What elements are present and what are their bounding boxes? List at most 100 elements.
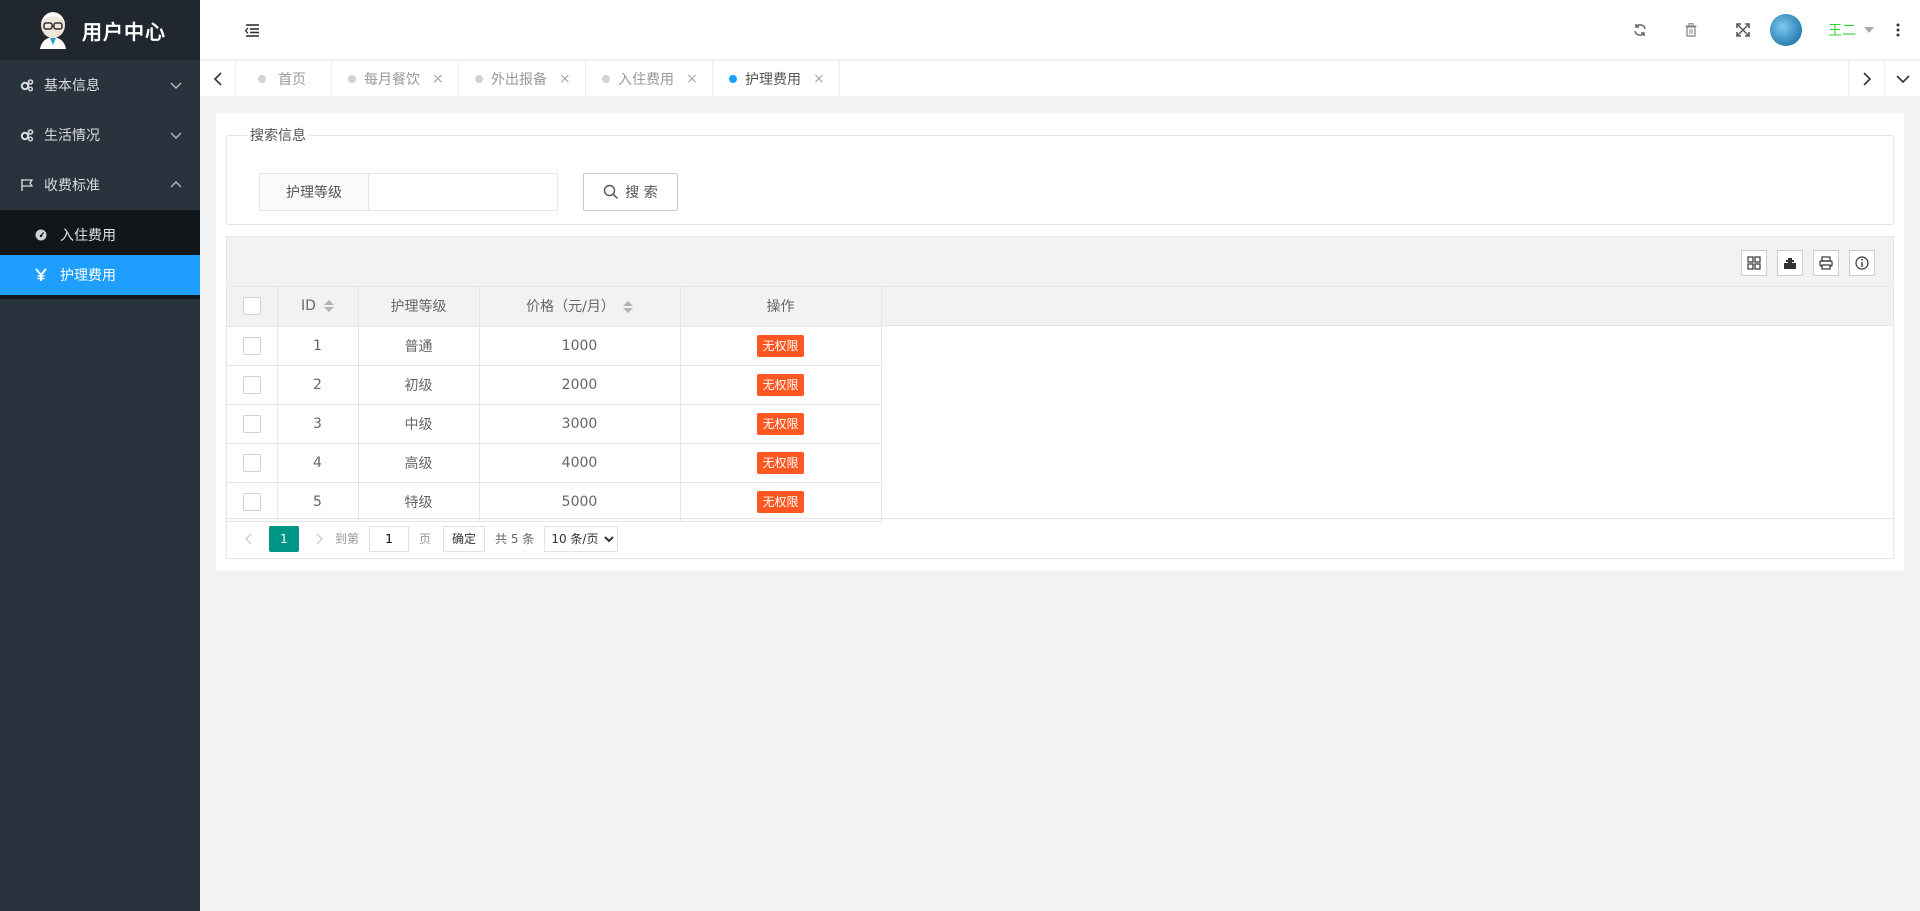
tab-label: 入住费用 [618,72,674,88]
tab-monthly-meals[interactable]: 每月餐饮 × [332,61,459,97]
search-fieldset: 搜索信息 护理等级 搜 索 [226,125,1894,225]
goto-label: 到第 [335,532,360,546]
tab-dot [729,75,737,83]
flag-icon [20,178,34,192]
cell-level: 普通 [358,326,480,366]
dashboard-icon [34,228,48,242]
sidebar-item-living[interactable]: 生活情况 [0,110,200,160]
sidebar-subitem-label: 入住费用 [60,228,116,244]
sort-icon[interactable] [622,300,633,314]
tab-dot [475,75,483,83]
cell-level: 高级 [358,443,480,483]
tab-nursing-fee[interactable]: 护理费用 × [713,61,840,97]
sidebar: 用户中心 基本信息 生活情况 收费标准 入住费用 护理费用 [0,0,200,911]
caret-down-icon[interactable] [1864,27,1874,33]
user-name[interactable]: 王二 [1828,20,1856,40]
close-icon[interactable]: × [686,71,698,87]
column-header-price[interactable]: 价格（元/月） [479,287,681,327]
no-permission-badge: 无权限 [757,490,804,513]
info-icon[interactable] [1849,250,1875,276]
page-unit-label: 页 [419,532,432,546]
next-page-icon[interactable] [309,529,329,549]
search-legend: 搜索信息 [250,128,306,144]
cell-level: 特级 [358,482,480,522]
tab-label: 护理费用 [745,72,801,88]
table-row: 4 高级 4000 无权限 [227,443,882,483]
gears-icon [20,128,34,142]
search-button[interactable]: 搜 索 [583,173,678,211]
table-row: 3 中级 3000 无权限 [227,404,882,444]
close-icon[interactable]: × [432,71,444,87]
cell-id: 5 [277,482,359,522]
goto-confirm-button[interactable]: 确定 [443,525,486,552]
row-checkbox[interactable] [242,375,261,394]
sidebar-item-label: 基本信息 [44,78,100,94]
goto-page-input[interactable] [369,525,410,552]
close-icon[interactable]: × [559,71,571,87]
gears-icon [20,78,34,92]
select-all-checkbox[interactable] [242,297,261,316]
main-panel: 搜索信息 护理等级 搜 索 ID 护理等级 价格（元/月） 操作 1 普通 10… [216,113,1904,571]
nursing-level-input[interactable] [368,173,558,211]
table-wrap: ID 护理等级 价格（元/月） 操作 1 普通 1000 无权限 2 初级 20… [227,287,882,522]
nursing-level-label: 护理等级 [259,173,369,211]
cell-price: 5000 [479,482,681,522]
tab-dot [348,75,356,83]
sidebar-item-label: 收费标准 [44,178,100,194]
sidebar-subitem-nursing-fee[interactable]: 护理费用 [0,255,200,295]
tab-checkin-fee[interactable]: 入住费用 × [586,61,713,97]
row-checkbox[interactable] [242,336,261,355]
close-icon[interactable]: × [813,71,825,87]
tab-outing-report[interactable]: 外出报备 × [459,61,586,97]
more-icon[interactable] [1886,18,1910,42]
export-icon[interactable] [1777,250,1803,276]
table-row: 1 普通 1000 无权限 [227,326,882,366]
table-row: 5 特级 5000 无权限 [227,482,882,522]
total-count: 共 5 条 [495,532,535,546]
sidebar-subitem-label: 护理费用 [60,268,116,284]
row-checkbox[interactable] [242,453,261,472]
cell-price: 2000 [479,365,681,405]
cell-id: 1 [277,326,359,366]
trash-icon[interactable] [1679,18,1703,42]
cell-level: 初级 [358,365,480,405]
column-header-action: 操作 [680,287,882,327]
tabs: 首页 每月餐饮 × 外出报备 × 入住费用 × 护理费用 × [236,61,840,97]
cell-id: 2 [277,365,359,405]
table-toolbar [227,237,1893,287]
pagination: 1 到第 页 确定 共 5 条 10 条/页 [227,518,1893,558]
sort-icon[interactable] [323,299,334,313]
tab-label: 每月餐饮 [364,72,420,88]
refresh-icon[interactable] [1628,18,1652,42]
row-checkbox[interactable] [242,492,261,511]
avatar[interactable] [1770,14,1802,46]
tab-home[interactable]: 首页 [236,61,332,97]
row-checkbox[interactable] [242,414,261,433]
cell-id: 3 [277,404,359,444]
table-header-row: ID 护理等级 价格（元/月） 操作 [227,287,882,327]
print-icon[interactable] [1813,250,1839,276]
no-permission-badge: 无权限 [757,373,804,396]
columns-filter-icon[interactable] [1741,250,1767,276]
sidebar-subitem-checkin-fee[interactable]: 入住费用 [0,215,200,255]
cell-price: 4000 [479,443,681,483]
select-all-cell [227,287,278,327]
sidebar-item-label: 生活情况 [44,128,100,144]
logo-avatar-icon [36,11,70,49]
tabs-menu-chevron-down-icon[interactable] [1884,61,1920,97]
sidebar-item-fee-standard[interactable]: 收费标准 [0,160,200,210]
column-header-id[interactable]: ID [277,287,359,327]
menu-toggle-icon[interactable] [240,18,264,42]
top-header: 王二 [200,0,1920,60]
page-size-select[interactable]: 10 条/页 [544,525,619,552]
tab-dot [602,75,610,83]
prev-page-icon[interactable] [239,529,259,549]
sidebar-item-basic-info[interactable]: 基本信息 [0,60,200,110]
page-number-current[interactable]: 1 [269,525,299,552]
fullscreen-icon[interactable] [1731,18,1755,42]
tabs-scroll-left-icon[interactable] [200,61,236,97]
tabs-scroll-right-icon[interactable] [1848,61,1884,97]
app-title: 用户中心 [82,19,166,44]
tab-label: 外出报备 [491,72,547,88]
sidebar-submenu-fee-standard: 入住费用 护理费用 [0,210,200,299]
